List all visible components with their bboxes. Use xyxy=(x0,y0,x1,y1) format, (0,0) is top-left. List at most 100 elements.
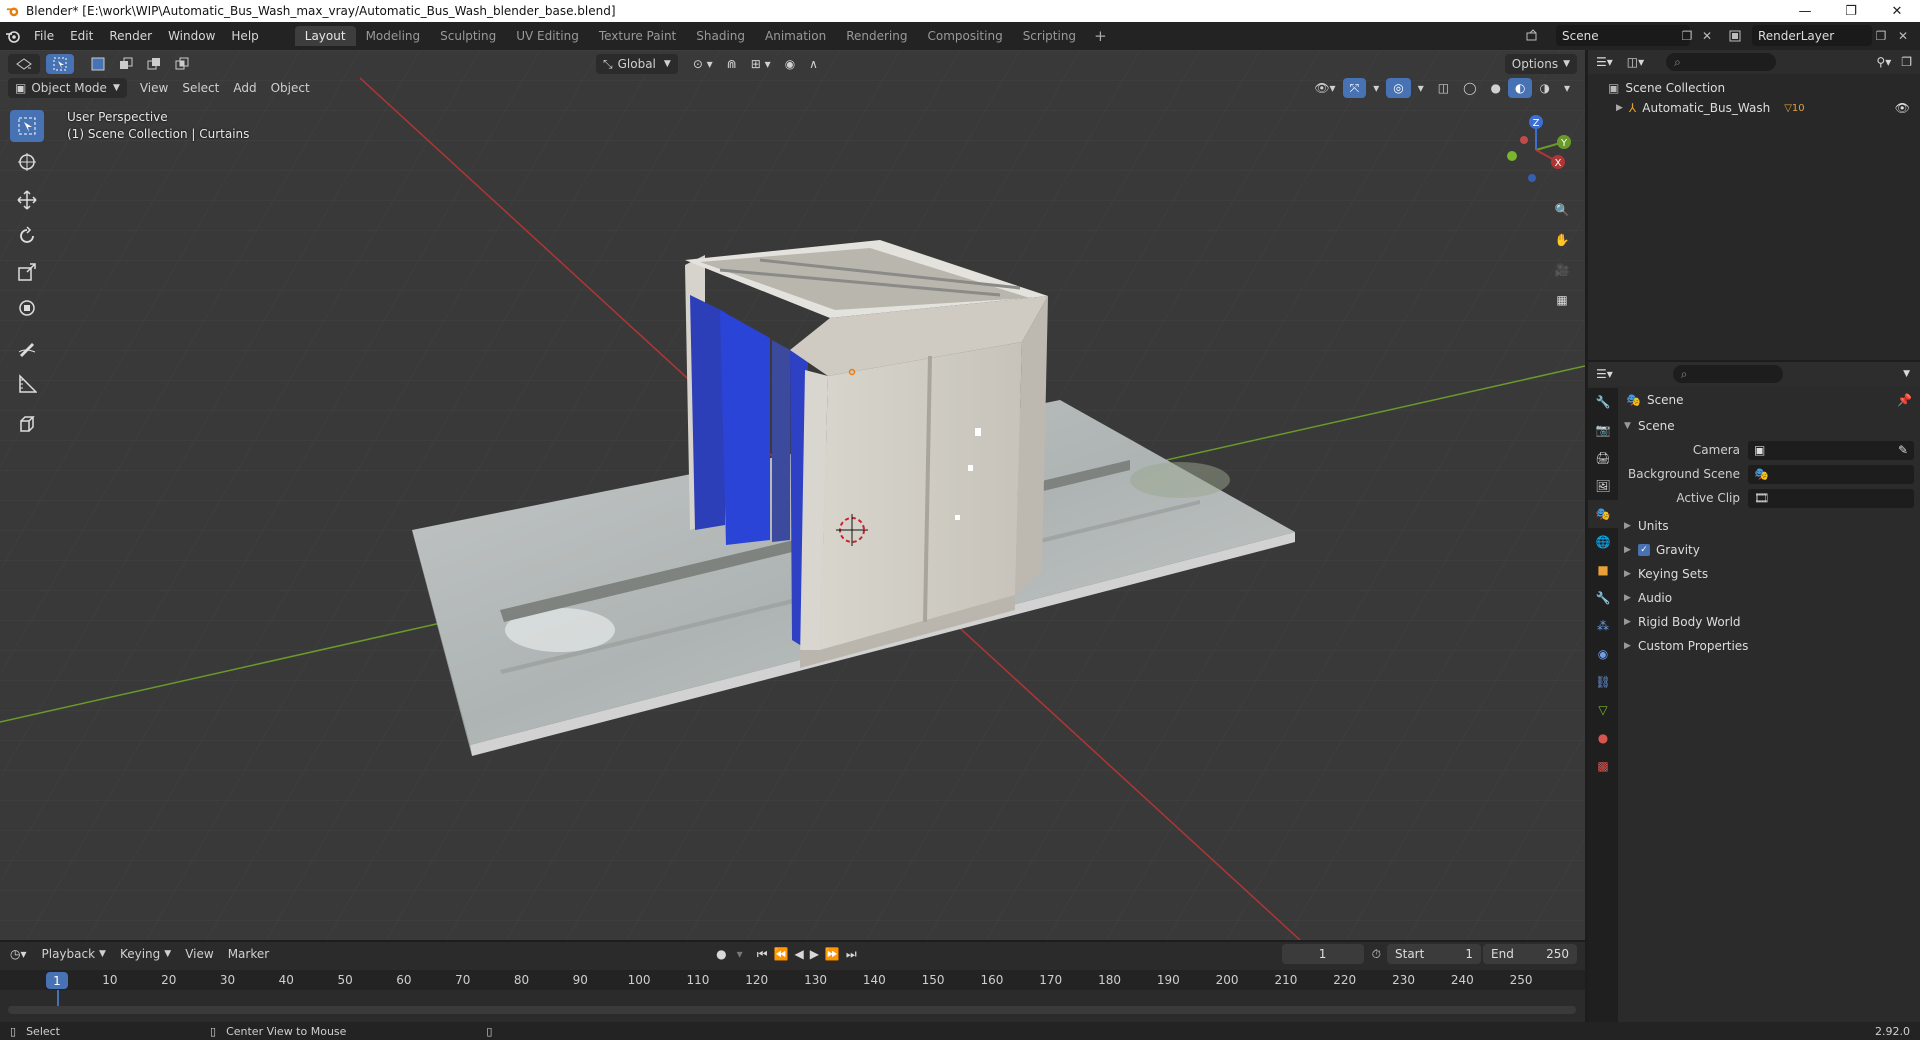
annotate-tool-icon[interactable] xyxy=(10,332,44,364)
object-mode-dropdown[interactable]: ▣ Object Mode ▼ xyxy=(8,78,127,98)
end-frame-field[interactable]: End 250 xyxy=(1483,944,1577,964)
transform-orientation-dropdown[interactable]: ⤡ Global ▼ xyxy=(596,54,678,74)
outliner-search-input[interactable]: ⌕ xyxy=(1666,53,1777,71)
outliner-item-automatic-bus-wash[interactable]: ▶ ⅄ Automatic_Bus_Wash ▽10 👁 xyxy=(1588,98,1920,118)
tab-sculpting[interactable]: Sculpting xyxy=(430,26,506,46)
timeline-ruler[interactable]: 1 10 20 30 40 50 60 70 80 90 100 110 120 130 140 150 160… xyxy=(0,970,1585,1010)
snap-toggle-icon[interactable]: ⋒ xyxy=(720,54,744,74)
add-cube-tool-icon[interactable] xyxy=(10,408,44,440)
properties-search-input[interactable]: ⌕ xyxy=(1672,365,1783,383)
playback-menu[interactable]: Playback ▼ xyxy=(35,944,113,964)
menu-edit[interactable]: Edit xyxy=(62,29,101,43)
start-frame-field[interactable]: Start 1 xyxy=(1387,944,1481,964)
select-mode-new-icon[interactable] xyxy=(84,54,112,74)
editor-type-icon[interactable] xyxy=(8,54,40,74)
timeline-editor-type-icon[interactable]: ◷▾ xyxy=(10,947,27,961)
auto-keying-icon[interactable]: ● xyxy=(716,947,726,961)
new-scene-icon[interactable]: ❐ xyxy=(1676,25,1698,46)
current-frame-marker[interactable]: 1 xyxy=(46,972,68,989)
rigid-body-world-panel-header[interactable]: ▶ Rigid Body World xyxy=(1618,610,1920,634)
menu-help[interactable]: Help xyxy=(223,29,266,43)
tab-uv-editing[interactable]: UV Editing xyxy=(506,26,589,46)
pivot-point-icon[interactable]: ⊙ ▾ xyxy=(686,54,720,74)
current-frame-field[interactable]: 1 xyxy=(1281,944,1364,964)
tab-layout[interactable]: Layout xyxy=(294,26,356,46)
units-panel-header[interactable]: ▶ Units xyxy=(1618,514,1920,538)
view-layer-selector[interactable]: RenderLayer xyxy=(1752,25,1872,46)
close-button[interactable]: ✕ xyxy=(1874,0,1920,22)
new-collection-icon[interactable]: ❐ xyxy=(1901,55,1912,69)
visibility-eye-icon[interactable]: 👁▾ xyxy=(1307,78,1342,98)
jump-end-icon[interactable]: ⏭ xyxy=(846,947,857,962)
viewport-menu-add[interactable]: Add xyxy=(226,78,263,98)
zoom-icon[interactable]: 🔍 xyxy=(1548,196,1576,224)
jump-start-icon[interactable]: ⏮ xyxy=(757,947,768,962)
new-view-layer-icon[interactable]: ❐ xyxy=(1870,25,1892,46)
xray-toggle-icon[interactable]: ◫ xyxy=(1431,78,1456,98)
material-tab-icon[interactable]: ● xyxy=(1588,724,1618,752)
scene-browse-icon[interactable] xyxy=(1522,25,1544,46)
shading-material-icon[interactable]: ◐ xyxy=(1508,78,1533,98)
navigation-gizmo[interactable]: Z Y X xyxy=(1490,110,1580,190)
overlays-toggle-icon[interactable]: ◎ xyxy=(1386,78,1411,98)
preview-range-icon[interactable]: ⏱ xyxy=(1372,947,1381,962)
restore-button[interactable]: ❐ xyxy=(1828,0,1874,22)
play-icon[interactable]: ▶ xyxy=(810,947,819,961)
proportional-edit-icon[interactable]: ◉ xyxy=(778,54,802,74)
texture-tab-icon[interactable]: ▩ xyxy=(1588,752,1618,780)
tab-rendering[interactable]: Rendering xyxy=(836,26,917,46)
gravity-checkbox[interactable]: ✓ xyxy=(1638,544,1650,556)
viewport-menu-view[interactable]: View xyxy=(133,78,175,98)
world-tab-icon[interactable]: 🌐 xyxy=(1588,528,1618,556)
view-layer-browse-icon[interactable] xyxy=(1724,25,1746,46)
scale-tool-icon[interactable] xyxy=(10,256,44,288)
background-scene-field[interactable]: 🎭 xyxy=(1748,464,1914,484)
tab-shading[interactable]: Shading xyxy=(686,26,755,46)
tool-tab-icon[interactable]: 🔧 xyxy=(1588,388,1618,416)
menu-window[interactable]: Window xyxy=(160,29,223,43)
ortho-grid-icon[interactable]: ▦ xyxy=(1548,286,1576,314)
timeline-scrollbar[interactable] xyxy=(8,1006,1576,1014)
3d-viewport[interactable]: ⤡ Global ▼ ⊙ ▾ ⋒ ⊞ ▾ ◉ ∧ Options ▼ ▣ Obj… xyxy=(0,50,1585,940)
play-reverse-icon[interactable]: ◀ xyxy=(794,947,803,961)
keying-menu[interactable]: Keying ▼ xyxy=(113,944,178,964)
tab-texture-paint[interactable]: Texture Paint xyxy=(589,26,686,46)
prev-keyframe-icon[interactable]: ⏪ xyxy=(774,947,789,961)
tab-scripting[interactable]: Scripting xyxy=(1013,26,1086,46)
physics-tab-icon[interactable]: ◉ xyxy=(1588,640,1618,668)
shading-rendered-icon[interactable]: ◑ xyxy=(1532,78,1556,98)
object-tab-icon[interactable]: ■ xyxy=(1588,556,1618,584)
options-dropdown[interactable]: Options ▼ xyxy=(1504,54,1577,74)
properties-editor-type-icon[interactable]: ☰▾ xyxy=(1596,367,1613,381)
select-mode-extend-icon[interactable] xyxy=(112,54,140,74)
particles-tab-icon[interactable]: ⁂ xyxy=(1588,612,1618,640)
outliner-scene-collection[interactable]: ▣ Scene Collection xyxy=(1588,78,1920,98)
gizmo-toggle-icon[interactable]: ⤧ xyxy=(1342,78,1367,98)
constraints-tab-icon[interactable]: ⛓ xyxy=(1588,668,1618,696)
measure-tool-icon[interactable] xyxy=(10,368,44,400)
rotate-tool-icon[interactable] xyxy=(10,220,44,252)
tab-modeling[interactable]: Modeling xyxy=(356,26,431,46)
expand-arrow-icon[interactable]: ▶ xyxy=(1616,103,1623,113)
pin-icon[interactable]: 📌 xyxy=(1897,393,1912,407)
delete-view-layer-icon[interactable]: ✕ xyxy=(1892,25,1914,46)
keying-sets-panel-header[interactable]: ▶ Keying Sets xyxy=(1618,562,1920,586)
chevron-down-icon[interactable]: ▼ xyxy=(1903,369,1910,379)
timeline-view-menu[interactable]: View xyxy=(178,944,220,964)
select-mode-subtract-icon[interactable] xyxy=(140,54,168,74)
eyedropper-icon[interactable]: ✎ xyxy=(1898,443,1908,457)
minimize-button[interactable]: — xyxy=(1782,0,1828,22)
delete-scene-icon[interactable]: ✕ xyxy=(1696,25,1718,46)
shading-solid-icon[interactable]: ● xyxy=(1484,78,1508,98)
gravity-panel-header[interactable]: ▶ ✓ Gravity xyxy=(1618,538,1920,562)
overlays-dropdown-icon[interactable]: ▾ xyxy=(1411,78,1431,98)
viewport-menu-select[interactable]: Select xyxy=(175,78,226,98)
proportional-falloff-icon[interactable]: ∧ xyxy=(802,54,825,74)
auto-keying-dropdown-icon[interactable]: ▾ xyxy=(737,947,743,961)
filter-icon[interactable]: ⚲▾ xyxy=(1876,55,1891,69)
scene-tab-icon[interactable]: 🎭 xyxy=(1588,500,1618,528)
marker-menu[interactable]: Marker xyxy=(221,944,276,964)
audio-panel-header[interactable]: ▶ Audio xyxy=(1618,586,1920,610)
view-layer-tab-icon[interactable]: 🖼 xyxy=(1588,472,1618,500)
cursor-tool-icon[interactable] xyxy=(10,146,44,178)
